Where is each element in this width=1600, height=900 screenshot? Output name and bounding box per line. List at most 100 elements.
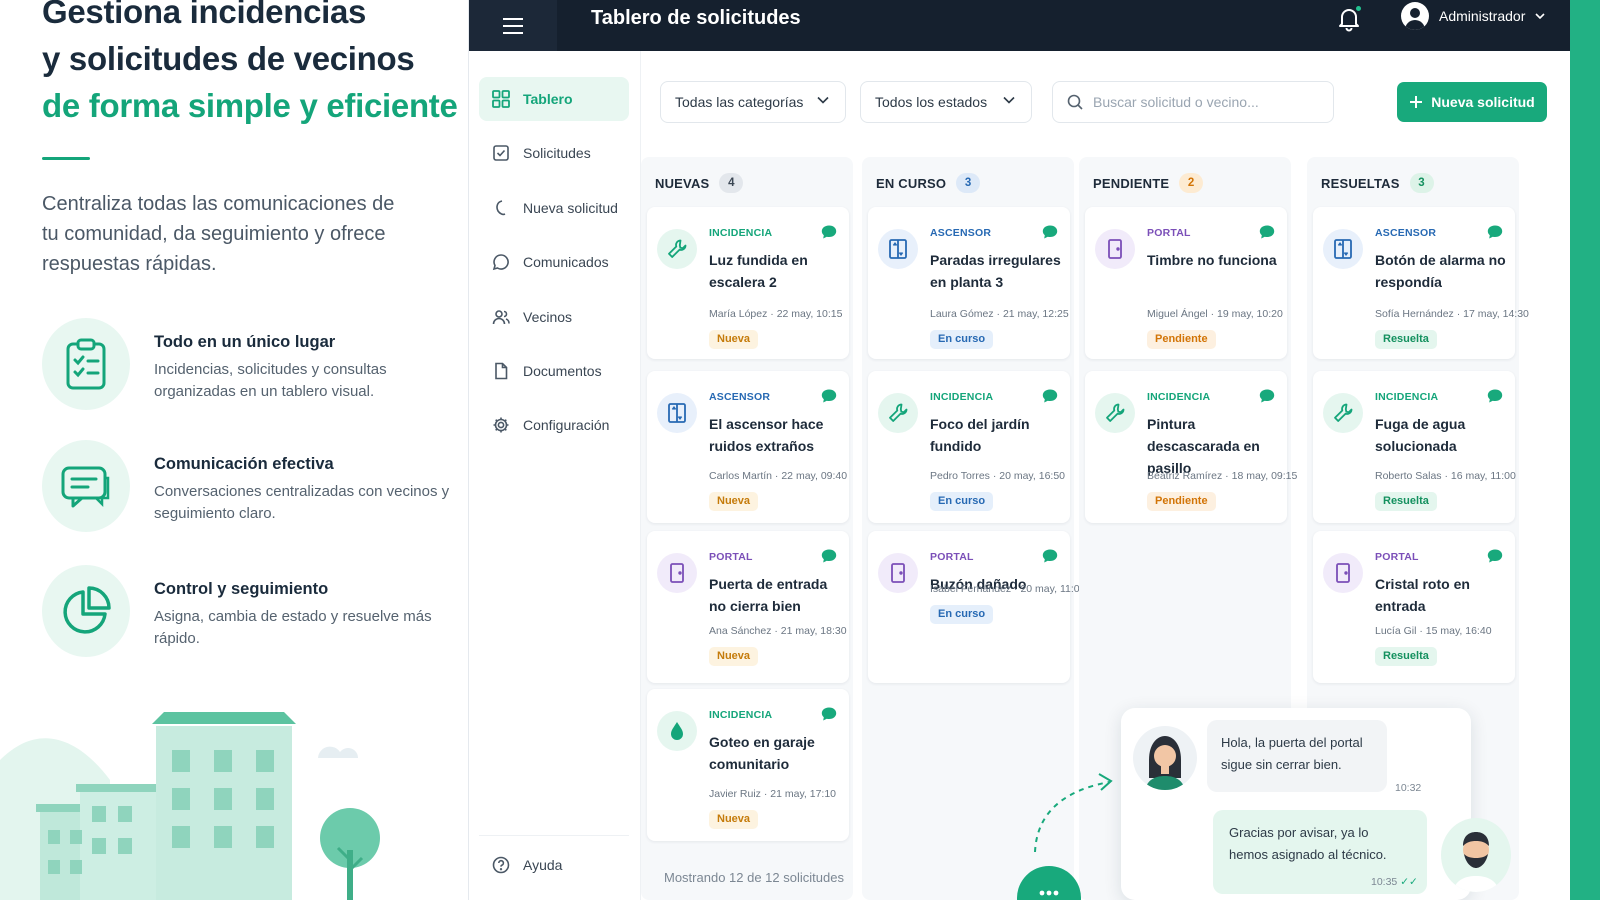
card-title: Luz fundida en escalera 2 — [709, 252, 808, 290]
request-card[interactable]: INCIDENCIA Goteo en garaje comunitario J… — [647, 689, 849, 841]
feature-communication: Comunicación efectiva Conversaciones cen… — [42, 440, 462, 536]
card-meta: Isabel Fernández · 20 may, 11:05 — [930, 583, 1086, 595]
door-icon — [1095, 229, 1135, 269]
page-title: Tablero de solicitudes — [591, 7, 801, 29]
app-window: Tablero de solicitudes Administrador Tab… — [468, 0, 1571, 900]
sidebar-item-solicitudes[interactable]: Solicitudes — [479, 131, 629, 175]
card-title: Botón de alarma no respondía — [1375, 252, 1506, 290]
hero-divider — [42, 157, 90, 160]
sidebar-item-configuracion[interactable]: Configuración — [479, 403, 629, 447]
request-card[interactable]: ASCENSOR Botón de alarma no respondía So… — [1313, 207, 1529, 359]
card-category: PORTAL — [930, 551, 974, 563]
sidebar-item-nueva-solicitud[interactable]: Nueva solicitud — [479, 186, 629, 230]
double-check-icon: ✓✓ — [1400, 876, 1418, 888]
request-card[interactable]: INCIDENCIA Luz fundida en escalera 2 Mar… — [647, 207, 849, 359]
elevator-icon — [1323, 229, 1363, 269]
column-header: NUEVAS 4 — [655, 173, 744, 193]
comment-icon[interactable] — [821, 549, 837, 563]
comment-icon[interactable] — [1042, 389, 1058, 403]
wrench-icon — [878, 393, 918, 433]
column-count-badge: 3 — [1409, 173, 1434, 193]
comment-icon[interactable] — [821, 389, 837, 403]
results-count: Mostrando 12 de 12 solicitudes — [664, 870, 844, 885]
feature-desc: Incidencias, solicitudes y consultas org… — [154, 361, 387, 400]
request-card[interactable]: INCIDENCIA Pintura descascarada en pasil… — [1085, 371, 1297, 523]
column-title: NUEVAS — [655, 175, 710, 191]
chevron-down-icon — [1535, 13, 1545, 19]
search-input[interactable] — [1093, 94, 1313, 110]
sidebar-item-label: Comunicados — [523, 254, 609, 270]
column-count-badge: 4 — [719, 173, 744, 193]
status-filter[interactable]: Todos los estados — [860, 81, 1032, 123]
sidebar-item-ayuda[interactable]: Ayuda — [479, 843, 629, 887]
request-card[interactable]: PORTAL Buzón dañado Isabel Fernández · 2… — [868, 531, 1085, 683]
wrench-icon — [1095, 393, 1135, 433]
status-badge: Resuelta — [1375, 330, 1437, 349]
card-category: INCIDENCIA — [1375, 391, 1439, 403]
category-filter[interactable]: Todas las categorías — [660, 81, 846, 123]
sidebar-item-label: Tablero — [523, 91, 573, 107]
status-badge: En curso — [930, 330, 994, 349]
status-badge: Nueva — [709, 647, 759, 666]
hero-subtitle: Centraliza todas las comunicaciones de t… — [42, 193, 395, 275]
comment-icon[interactable] — [1259, 225, 1275, 239]
request-card[interactable]: ASCENSOR El ascensor hace ruidos extraño… — [647, 371, 849, 523]
user-menu[interactable]: Administrador — [1401, 2, 1545, 30]
card-meta: Javier Ruiz · 21 may, 17:10 — [709, 788, 837, 800]
card-category: ASCENSOR — [930, 227, 992, 239]
request-card[interactable]: INCIDENCIA Foco del jardín fundido Pedro… — [868, 371, 1070, 523]
sidebar-item-documentos[interactable]: Documentos — [479, 349, 629, 393]
comment-icon[interactable] — [821, 225, 837, 239]
hero-title-line3: de forma simple y eficiente — [42, 87, 458, 124]
comment-icon[interactable] — [1487, 225, 1503, 239]
comment-icon[interactable] — [1487, 389, 1503, 403]
avatar — [1441, 818, 1511, 892]
comment-icon[interactable] — [1259, 389, 1275, 403]
plus-icon — [1410, 96, 1423, 108]
hero-title-line1: Gestiona incidencias — [42, 0, 367, 30]
status-badge: En curso — [930, 605, 994, 624]
accent-edge — [1570, 0, 1600, 900]
request-card[interactable]: PORTAL Puerta de entrada no cierra bien … — [647, 531, 849, 683]
feature-desc: Asigna, cambia de estado y resuelve más … — [154, 608, 432, 647]
notifications-button[interactable] — [1337, 5, 1362, 32]
hamburger-menu-button[interactable] — [469, 0, 557, 51]
sidebar-item-label: Ayuda — [523, 857, 563, 873]
users-icon — [491, 307, 511, 327]
new-request-button[interactable]: Nueva solicitud — [1397, 82, 1547, 122]
feature-title: Comunicación efectiva — [154, 455, 334, 473]
request-card[interactable]: INCIDENCIA Fuga de agua solucionada Robe… — [1313, 371, 1516, 523]
card-category: ASCENSOR — [1375, 227, 1437, 239]
comment-icon[interactable] — [1487, 549, 1503, 563]
request-card[interactable]: PORTAL Timbre no funciona Miguel Ángel ·… — [1085, 207, 1287, 359]
gear-icon — [491, 415, 511, 435]
document-icon — [491, 361, 511, 381]
comment-icon[interactable] — [821, 707, 837, 721]
column-header: EN CURSO 3 — [876, 173, 981, 193]
card-title: Paradas irregulares en planta 3 — [930, 252, 1061, 290]
comment-icon[interactable] — [1042, 549, 1058, 563]
column-header: RESUELTAS 3 — [1321, 173, 1434, 193]
comment-icon[interactable] — [1042, 225, 1058, 239]
status-badge: Resuelta — [1375, 647, 1437, 666]
sidebar-item-comunicados[interactable]: Comunicados — [479, 240, 629, 284]
request-card[interactable]: PORTAL Cristal roto en entrada Lucía Gil… — [1313, 531, 1515, 683]
sidebar-item-vecinos[interactable]: Vecinos — [479, 295, 629, 339]
checkbox-icon — [491, 143, 511, 163]
card-category: INCIDENCIA — [930, 391, 994, 403]
card-category: PORTAL — [709, 551, 753, 563]
top-bar: Tablero de solicitudes Administrador — [469, 0, 1571, 51]
sidebar-item-label: Vecinos — [523, 309, 573, 325]
sidebar-item-tablero[interactable]: Tablero — [479, 77, 629, 121]
card-title: Foco del jardín fundido — [930, 416, 1030, 454]
chat-bubble-icon — [491, 252, 511, 272]
hero-title-line2: y solicitudes de vecinos — [42, 40, 415, 77]
new-request-label: Nueva solicitud — [1431, 94, 1535, 110]
feature-all-in-one: Todo en un único lugar Incidencias, soli… — [42, 318, 462, 414]
card-meta: Pedro Torres · 20 may, 16:50 — [930, 470, 1066, 482]
request-card[interactable]: ASCENSOR Paradas irregulares en planta 3… — [868, 207, 1070, 359]
chevron-down-icon — [1003, 96, 1015, 104]
column-title: EN CURSO — [876, 175, 947, 191]
card-category: PORTAL — [1375, 551, 1419, 563]
door-icon — [657, 553, 697, 593]
